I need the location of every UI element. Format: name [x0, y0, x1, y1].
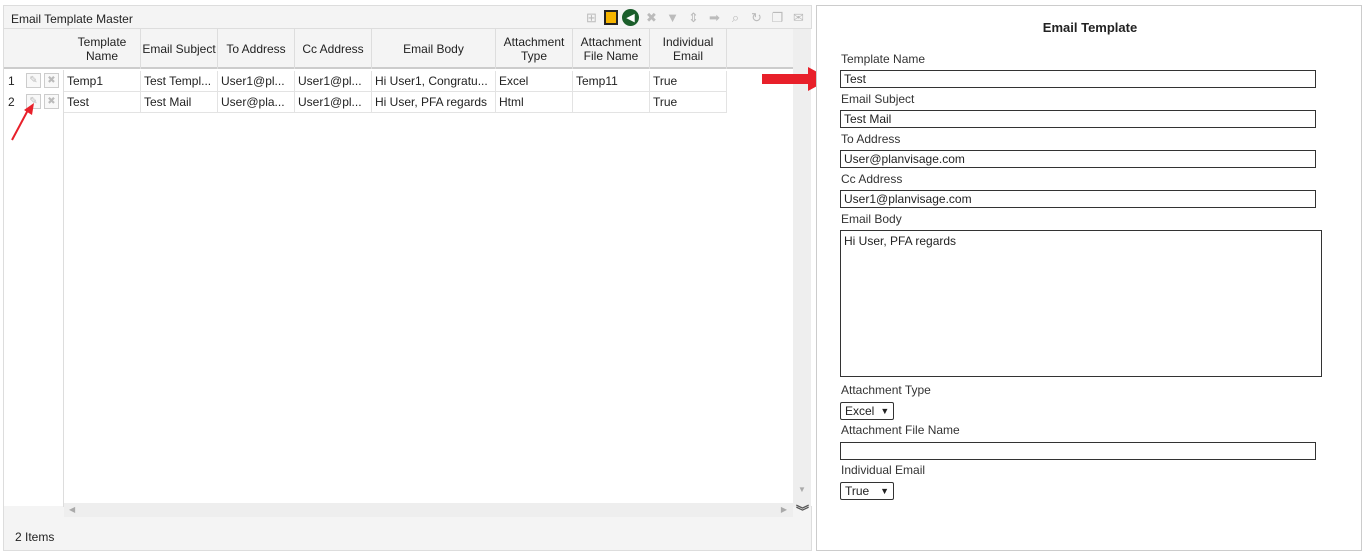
table-cell[interactable]: Temp1 — [64, 71, 141, 92]
chevron-down-icon: ▼ — [880, 406, 890, 416]
table-cell[interactable]: User@pla... — [218, 92, 295, 113]
email-body-label: Email Body — [841, 212, 902, 226]
attachment-file-name-input[interactable] — [840, 442, 1316, 460]
table-cell[interactable]: Test Mail — [141, 92, 218, 113]
table-cell[interactable]: Html — [496, 92, 573, 113]
column-header[interactable]: Template Name — [64, 29, 141, 69]
table-cell[interactable]: Temp11 — [573, 71, 650, 92]
mail-icon[interactable]: ✉ — [790, 9, 807, 26]
table-cell[interactable]: User1@pl... — [295, 92, 372, 113]
template-name-label: Template Name — [841, 52, 926, 66]
add-icon[interactable]: ⊞ — [583, 9, 600, 26]
chevron-down-icon: ▼ — [880, 486, 889, 496]
column-header[interactable]: To Address — [218, 29, 295, 69]
data-grid: Template Name Email Subject To Address C… — [4, 28, 812, 519]
column-header[interactable]: Email Subject — [141, 29, 218, 69]
email-subject-input[interactable]: Test Mail — [840, 110, 1316, 128]
horizontal-scrollbar[interactable]: ◀ ▶ — [64, 503, 793, 517]
sort-icon[interactable]: ⇕ — [685, 9, 702, 26]
edit-icon[interactable]: ✎ — [26, 73, 41, 88]
table-cell[interactable]: Excel — [496, 71, 573, 92]
delete-icon[interactable]: ✖ — [44, 94, 59, 109]
row-number: 1 — [8, 74, 15, 88]
to-address-label: To Address — [841, 132, 901, 146]
grid-title: Email Template Master — [11, 12, 133, 26]
column-header[interactable]: Email Body — [372, 29, 496, 69]
table-cell[interactable]: True — [650, 71, 727, 92]
cc-address-label: Cc Address — [841, 172, 903, 186]
column-header[interactable]: Attachment File Name — [573, 29, 650, 69]
refresh-icon[interactable]: ↻ — [748, 9, 765, 26]
annotation-arrow-icon — [11, 103, 34, 141]
scroll-down-icon[interactable]: ▼ — [798, 485, 806, 494]
delete-icon[interactable]: ✖ — [44, 73, 59, 88]
vertical-scrollbar[interactable]: ▼ — [793, 29, 811, 507]
column-header[interactable]: Attachment Type — [496, 29, 573, 69]
grid-panel: Email Template Master ⊞ ◀ ✖ ▼ ⇕ ➡ ⌕ ↻ ❐ … — [3, 5, 812, 551]
scroll-right-icon[interactable]: ▶ — [781, 505, 787, 514]
table-row[interactable]: 2 ✎ ✖ Test Test Mail User@pla... User1@pl...… — [4, 92, 727, 113]
expand-icon[interactable]: ︾ — [796, 501, 809, 520]
column-header[interactable]: Cc Address — [295, 29, 372, 69]
email-body-textarea[interactable]: Hi User, PFA regards — [840, 230, 1322, 377]
copy-icon[interactable]: ❐ — [769, 9, 786, 26]
template-name-input[interactable]: Test — [840, 70, 1316, 88]
item-count: 2 Items — [15, 530, 55, 544]
selected-value: True — [845, 484, 870, 498]
scroll-left-icon[interactable]: ◀ — [69, 505, 75, 514]
to-address-input[interactable]: User@planvisage.com — [840, 150, 1316, 168]
table-cell[interactable]: User1@pl... — [295, 71, 372, 92]
cc-address-input[interactable]: User1@planvisage.com — [840, 190, 1316, 208]
table-cell[interactable]: Hi User1, Congratu... — [372, 71, 496, 92]
attachment-type-select[interactable]: Excel ▼ — [840, 402, 895, 420]
table-row[interactable]: 1 ✎ ✖ Temp1 Test Templ... User1@pl... User1@… — [4, 71, 727, 92]
form-title: Email Template — [1042, 20, 1138, 35]
email-subject-label: Email Subject — [841, 92, 915, 106]
export-icon[interactable]: ➡ — [706, 9, 723, 26]
divider — [63, 70, 64, 507]
save-icon[interactable] — [604, 10, 618, 25]
back-icon[interactable]: ◀ — [622, 9, 639, 26]
individual-email-select[interactable]: True ▼ — [840, 482, 894, 500]
table-cell[interactable] — [573, 92, 650, 113]
grid-header: Template Name Email Subject To Address C… — [4, 29, 794, 69]
table-cell[interactable]: True — [650, 92, 727, 113]
email-template-form: Email Template Template Name Test Email … — [816, 5, 1362, 551]
selected-value: Excel — [845, 404, 875, 418]
table-cell[interactable]: User1@pl... — [218, 71, 295, 92]
individual-email-label: Individual Email — [841, 463, 926, 477]
table-cell[interactable]: Hi User, PFA regards — [372, 92, 496, 113]
attachment-type-label: Attachment Type — [841, 383, 931, 397]
table-cell[interactable]: Test Templ... — [141, 71, 218, 92]
delete-icon[interactable]: ✖ — [643, 9, 660, 26]
attachment-file-name-label: Attachment File Name — [841, 423, 960, 437]
search-icon[interactable]: ⌕ — [727, 9, 744, 26]
table-cell[interactable]: Test — [64, 92, 141, 113]
filter-icon[interactable]: ▼ — [664, 9, 681, 26]
toolbar: ⊞ ◀ ✖ ▼ ⇕ ➡ ⌕ ↻ ❐ ✉ — [583, 9, 807, 26]
column-header[interactable]: Individual Email — [650, 29, 727, 69]
